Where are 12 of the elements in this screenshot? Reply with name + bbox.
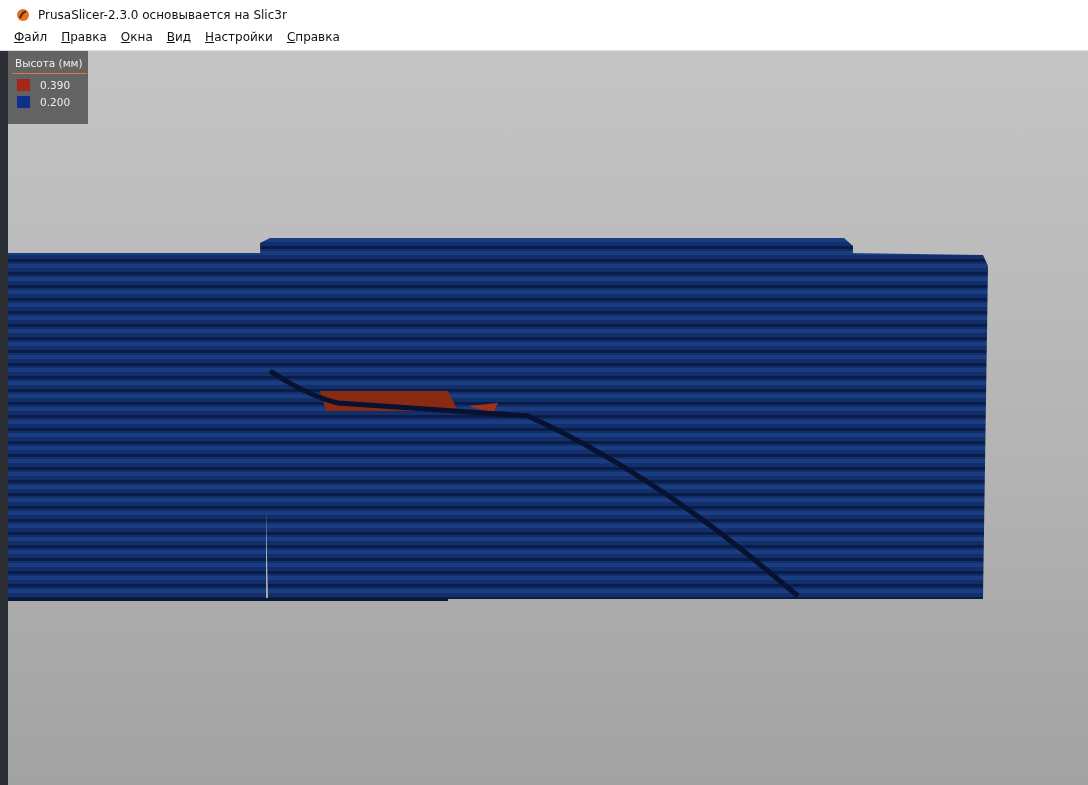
menu-item[interactable]: Окна [120,30,153,44]
menu-item[interactable]: Правка [61,30,107,44]
menu-item[interactable]: Файл [14,30,48,44]
legend-title: Высота (мм) [12,55,87,74]
menu-item[interactable]: Настройки [205,30,273,44]
window-title: PrusaSlicer-2.3.0 основывается на Slic3r [38,8,287,22]
app-logo-icon [16,8,30,22]
3d-viewport[interactable]: Высота (мм) 0.390 0.200 [8,51,1088,785]
legend-label: 0.200 [40,96,71,108]
menu-item[interactable]: Вид [166,30,192,44]
legend-label: 0.390 [40,79,71,91]
menu-item[interactable]: Справка [286,30,340,44]
